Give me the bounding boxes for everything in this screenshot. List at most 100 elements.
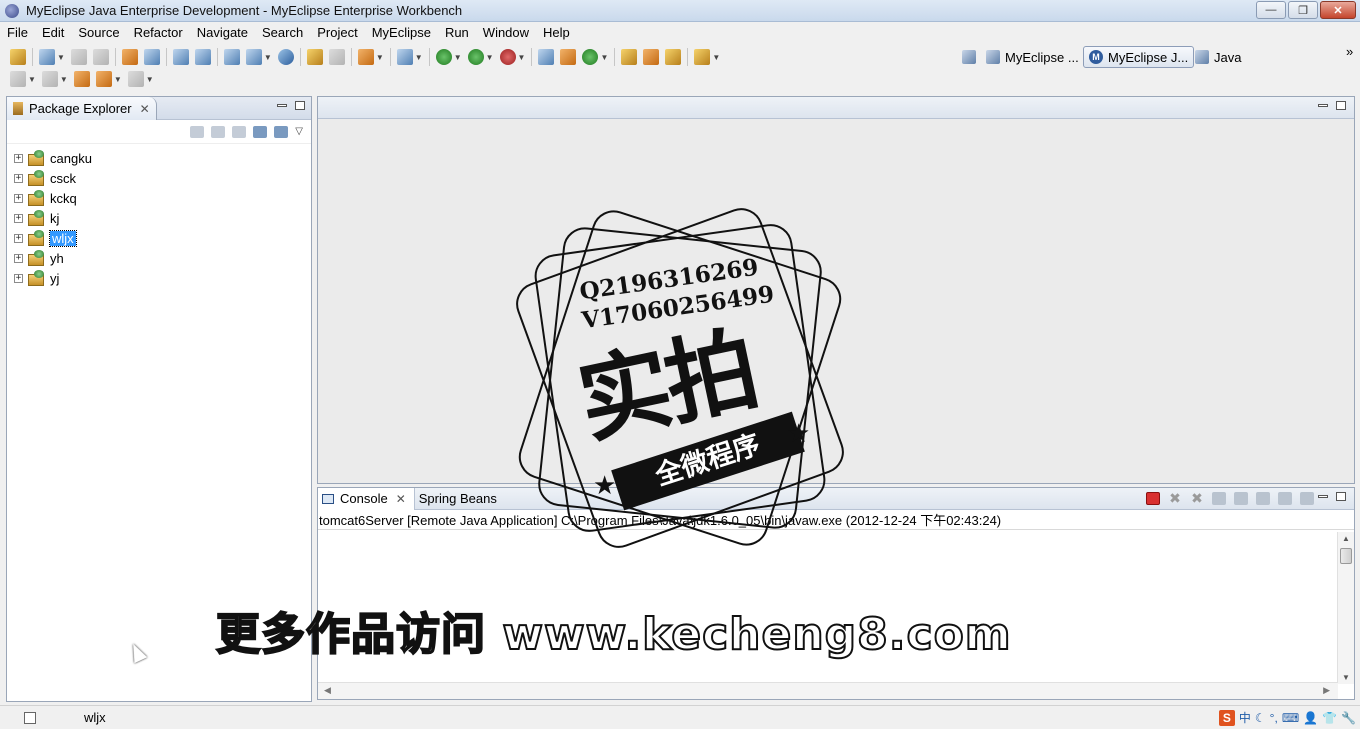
- view-menu-icon[interactable]: ▽: [295, 126, 303, 137]
- menu-run[interactable]: Run: [445, 25, 469, 40]
- skin-icon[interactable]: 👕: [1322, 711, 1337, 725]
- back-nav-icon[interactable]: [190, 125, 205, 138]
- open-type-icon[interactable]: [10, 49, 26, 65]
- terminate-icon[interactable]: [1146, 492, 1160, 505]
- tab-spring-beans[interactable]: Spring Beans: [415, 488, 505, 510]
- open-perspective-icon[interactable]: [194, 49, 211, 65]
- scroll-thumb[interactable]: [1340, 548, 1352, 564]
- run-dropdown-icon[interactable]: ▼: [486, 53, 494, 62]
- chinese-mode-icon[interactable]: 中: [1239, 709, 1251, 726]
- bug-debug-icon[interactable]: [435, 49, 452, 65]
- server-dropdown-icon[interactable]: ▼: [264, 53, 272, 62]
- close-button[interactable]: ✕: [1320, 1, 1356, 19]
- wizard-dropdown-icon[interactable]: ▼: [376, 53, 384, 62]
- collapse-all-icon[interactable]: [253, 125, 268, 138]
- console-vertical-scrollbar[interactable]: ▲ ▼: [1337, 532, 1354, 684]
- folder-dropdown-icon[interactable]: ▼: [712, 53, 720, 62]
- debug-icon[interactable]: [121, 49, 138, 65]
- scroll-right-icon[interactable]: ▶: [1323, 685, 1330, 696]
- expand-icon[interactable]: +: [14, 213, 23, 223]
- deploy-icon[interactable]: [223, 49, 240, 65]
- next-annotation-dropdown-icon[interactable]: ▼: [28, 75, 36, 84]
- scroll-up-icon[interactable]: ▲: [1342, 534, 1350, 543]
- tree-node-wljx[interactable]: + wljx: [7, 228, 311, 248]
- tree-node-cangku[interactable]: + cangku: [7, 148, 311, 168]
- keyboard-icon[interactable]: ⌨: [1282, 711, 1299, 725]
- tree-node-kj[interactable]: + kj: [7, 208, 311, 228]
- close-tab-icon[interactable]: ✕: [140, 102, 150, 116]
- maximize-view-icon[interactable]: [295, 101, 305, 110]
- moon-icon[interactable]: ☾: [1255, 711, 1266, 725]
- fast-view-icon[interactable]: [24, 711, 36, 724]
- tree-node-yh[interactable]: + yh: [7, 248, 311, 268]
- external-tools-icon[interactable]: [499, 49, 516, 65]
- perspective-java[interactable]: Java: [1195, 46, 1241, 68]
- maximize-editor-icon[interactable]: [1336, 101, 1346, 110]
- tree-node-yj[interactable]: + yj: [7, 268, 311, 288]
- menu-help[interactable]: Help: [543, 25, 570, 40]
- up-nav-icon[interactable]: [232, 125, 247, 138]
- pin-console-icon[interactable]: [1256, 492, 1270, 505]
- sogou-ime-icon[interactable]: S: [1218, 709, 1235, 726]
- monitor-icon[interactable]: [396, 49, 413, 65]
- minimize-console-icon[interactable]: [1318, 495, 1328, 498]
- new-icon[interactable]: [39, 49, 55, 65]
- minimize-view-icon[interactable]: [277, 104, 287, 107]
- open-console-icon[interactable]: [1300, 492, 1314, 505]
- link-with-editor-icon[interactable]: [274, 125, 289, 138]
- forward-dropdown-icon[interactable]: ▼: [146, 75, 154, 84]
- new-dropdown-icon[interactable]: ▼: [57, 53, 65, 62]
- close-console-tab-icon[interactable]: ✕: [396, 492, 406, 506]
- new-class-icon[interactable]: [582, 49, 599, 65]
- last-edit-location-icon[interactable]: [73, 71, 90, 87]
- new-class-dropdown-icon[interactable]: ▼: [600, 53, 608, 62]
- expand-icon[interactable]: +: [14, 233, 23, 243]
- perspective-myeclipse[interactable]: MyEclipse ...: [986, 46, 1079, 68]
- tab-console[interactable]: Console ✕: [318, 487, 415, 510]
- open-folder-icon[interactable]: [306, 49, 323, 65]
- prev-annotation-icon[interactable]: [41, 71, 58, 87]
- menu-navigate[interactable]: Navigate: [197, 25, 248, 40]
- minimize-button[interactable]: —: [1256, 1, 1286, 19]
- back-dropdown-icon[interactable]: ▼: [114, 75, 122, 84]
- user-icon[interactable]: 👤: [1303, 711, 1318, 725]
- open-perspective-button[interactable]: [962, 46, 981, 68]
- punctuation-icon[interactable]: °,: [1270, 711, 1278, 725]
- tools-icon[interactable]: 🔧: [1341, 711, 1356, 725]
- refresh-icon[interactable]: [328, 49, 345, 65]
- print-icon[interactable]: [92, 49, 109, 65]
- monitor-dropdown-icon[interactable]: ▼: [415, 53, 423, 62]
- open-type-hierarchy-icon[interactable]: [621, 49, 638, 65]
- menu-myeclipse[interactable]: MyEclipse: [372, 25, 431, 40]
- expand-icon[interactable]: +: [14, 173, 23, 183]
- menu-project[interactable]: Project: [317, 25, 357, 40]
- tree-node-csck[interactable]: + csck: [7, 168, 311, 188]
- task-icon[interactable]: [665, 49, 682, 65]
- expand-icon[interactable]: +: [14, 153, 23, 163]
- menu-window[interactable]: Window: [483, 25, 529, 40]
- forward-icon[interactable]: [127, 71, 144, 87]
- menu-refactor[interactable]: Refactor: [134, 25, 183, 40]
- display-console-icon[interactable]: [1278, 492, 1292, 505]
- server-icon[interactable]: [245, 49, 262, 65]
- search-icon[interactable]: [643, 49, 660, 65]
- expand-icon[interactable]: +: [14, 193, 23, 203]
- external-dropdown-icon[interactable]: ▼: [518, 53, 526, 62]
- new-project-icon[interactable]: [172, 49, 189, 65]
- new-java-project-icon[interactable]: [538, 49, 555, 65]
- maximize-console-icon[interactable]: [1336, 492, 1346, 501]
- remove-launch-icon[interactable]: ✖: [1168, 491, 1182, 505]
- perspective-myeclipse-java[interactable]: M MyEclipse J...: [1083, 46, 1195, 68]
- scroll-down-icon[interactable]: ▼: [1342, 673, 1350, 682]
- minimize-editor-icon[interactable]: [1318, 104, 1328, 107]
- tree-node-kckq[interactable]: + kckq: [7, 188, 311, 208]
- browser-icon[interactable]: [277, 49, 294, 65]
- back-icon[interactable]: [95, 71, 112, 87]
- next-annotation-icon[interactable]: [10, 71, 26, 87]
- new-package-icon[interactable]: [560, 49, 577, 65]
- prev-annotation-dropdown-icon[interactable]: ▼: [60, 75, 68, 84]
- expand-icon[interactable]: +: [14, 253, 23, 263]
- expand-icon[interactable]: +: [14, 273, 23, 283]
- build-icon[interactable]: [143, 49, 160, 65]
- run-icon[interactable]: [467, 49, 484, 65]
